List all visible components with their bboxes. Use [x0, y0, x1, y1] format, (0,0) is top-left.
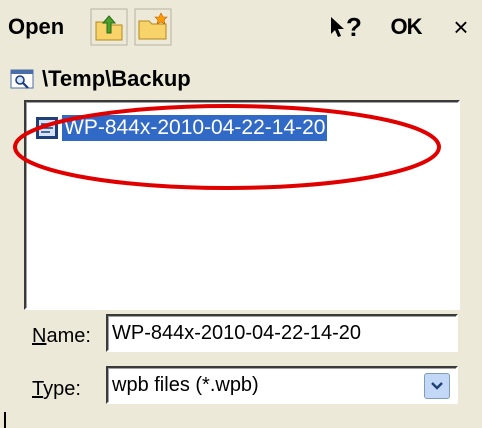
file-icon	[36, 117, 58, 139]
name-value: WP-844x-2010-04-22-14-20	[112, 321, 362, 344]
type-label: Type:	[32, 378, 81, 400]
name-label: Name:	[32, 325, 91, 347]
name-field[interactable]: WP-844x-2010-04-22-14-20	[106, 314, 458, 352]
ok-button[interactable]: OK	[384, 8, 428, 46]
chevron-down-icon	[431, 382, 443, 390]
pointer-arrow-icon	[331, 17, 345, 37]
help-label: ?	[346, 11, 362, 42]
type-select[interactable]: wpb files (*.wpb)	[106, 366, 458, 404]
path-text: \Temp\Backup	[42, 66, 191, 91]
folder-up-icon[interactable]	[90, 8, 128, 46]
type-dropdown-button[interactable]	[424, 373, 450, 399]
current-path: \Temp\Backup	[10, 64, 191, 94]
new-folder-icon[interactable]	[134, 8, 172, 46]
file-name: WP-844x-2010-04-22-14-20	[62, 115, 328, 141]
divider	[4, 412, 6, 428]
folder-search-icon	[10, 69, 34, 89]
title-bar: Open ? OK ×	[0, 0, 482, 56]
type-label-rest: ype:	[43, 378, 81, 400]
help-button[interactable]: ?	[323, 8, 369, 46]
type-value: wpb files (*.wpb)	[112, 373, 259, 396]
dialog-title: Open	[8, 14, 65, 39]
name-label-rest: ame:	[46, 325, 91, 347]
close-button[interactable]: ×	[441, 8, 481, 46]
file-list[interactable]: WP-844x-2010-04-22-14-20	[24, 100, 460, 310]
open-dialog: Open ? OK × \Temp\Backup WP-844x-2010-04…	[0, 0, 482, 428]
list-item[interactable]: WP-844x-2010-04-22-14-20	[34, 114, 328, 142]
